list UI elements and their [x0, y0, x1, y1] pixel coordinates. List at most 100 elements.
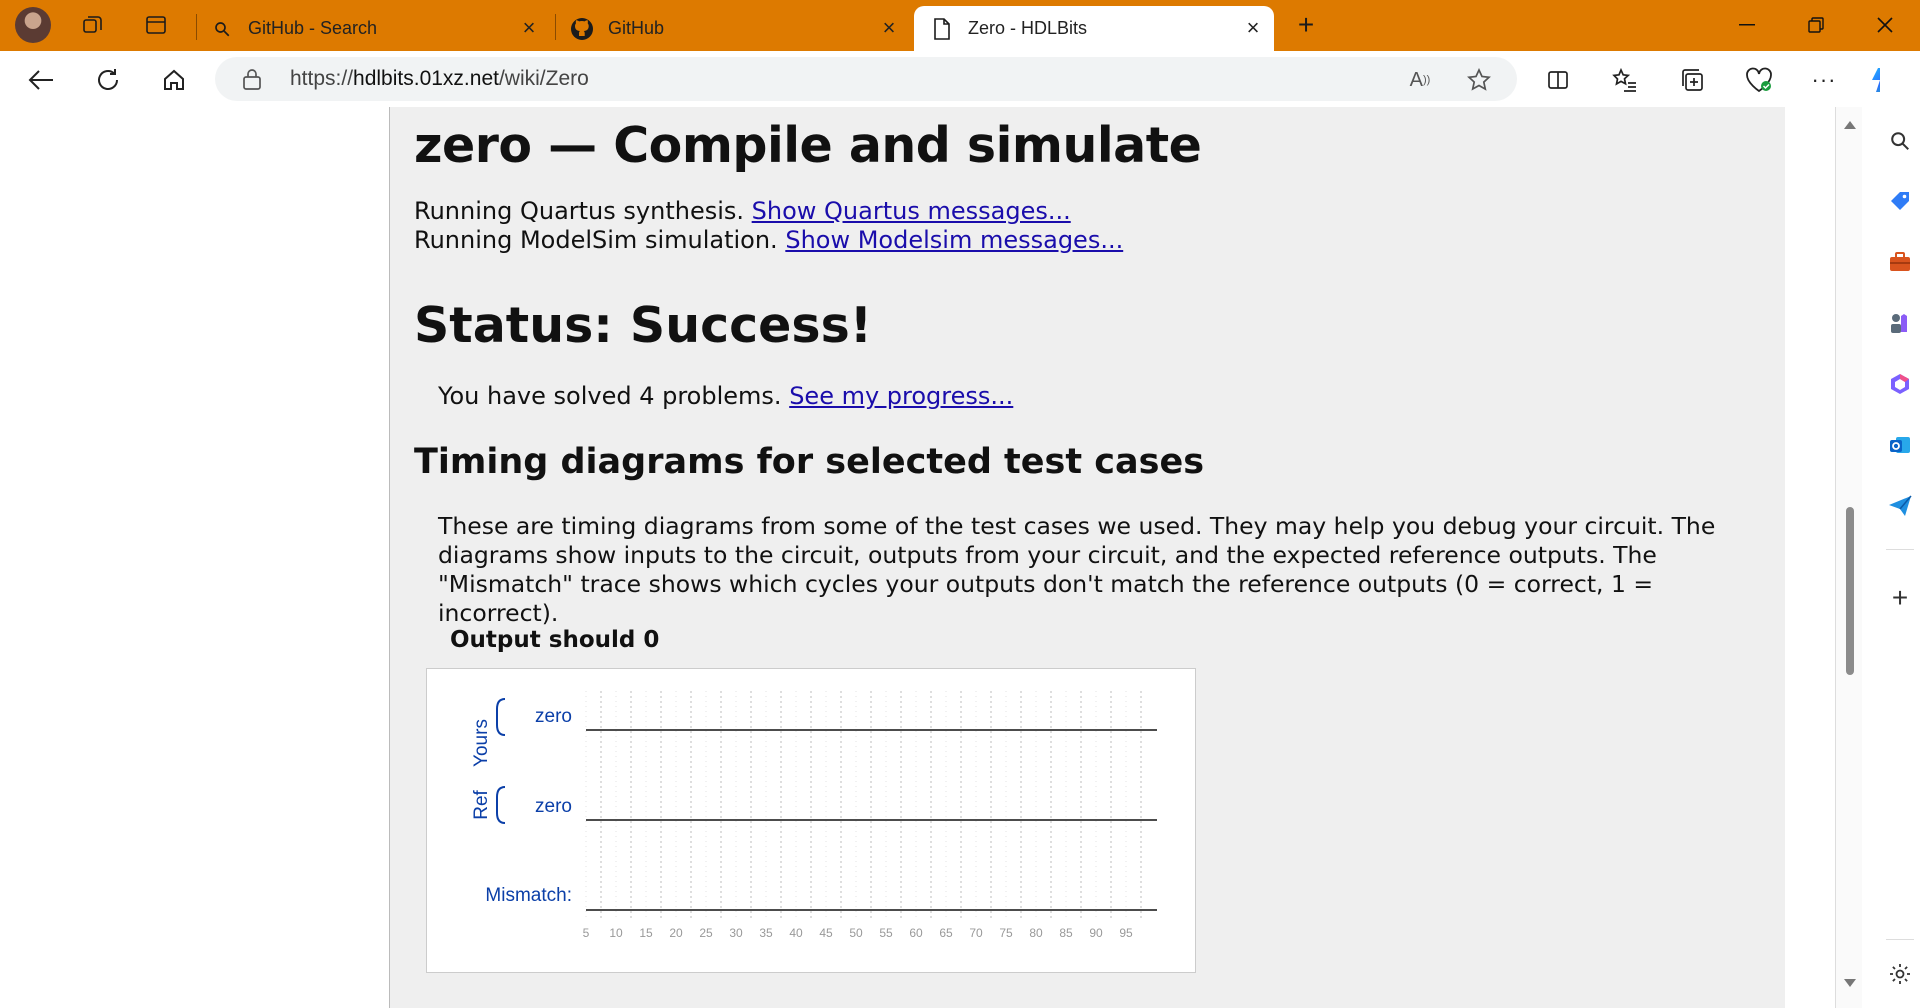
- waveform-grid: [585, 691, 1142, 919]
- show-quartus-messages-link[interactable]: Show Quartus messages...: [752, 197, 1071, 225]
- tab-github-search[interactable]: GitHub - Search ×: [210, 6, 550, 51]
- timing-heading: Timing diagrams for selected test cases: [414, 442, 1205, 482]
- close-tab-icon[interactable]: ×: [518, 15, 540, 40]
- read-aloud-icon[interactable]: A)): [1405, 65, 1435, 95]
- mismatch-label: Mismatch:: [485, 885, 572, 906]
- split-screen-icon[interactable]: [1541, 63, 1575, 97]
- title-bar: GitHub - Search × GitHub × Zero - HDLBit…: [0, 0, 1920, 51]
- tab-label: Zero - HDLBits: [968, 18, 1088, 38]
- address-bar[interactable]: https://hdlbits.01xz.net/wiki/Zero A)): [215, 57, 1517, 101]
- minimize-icon[interactable]: [1727, 8, 1767, 42]
- search-icon[interactable]: [1886, 127, 1914, 155]
- collections-icon[interactable]: [1675, 63, 1709, 97]
- tools-icon[interactable]: [1886, 248, 1914, 276]
- group-bracket-ref: [496, 786, 506, 824]
- scroll-up-icon[interactable]: [1844, 119, 1856, 129]
- new-tab-icon[interactable]: +: [1291, 9, 1321, 40]
- tab-actions-icon[interactable]: [141, 10, 171, 40]
- add-sidebar-app-icon[interactable]: +: [1886, 582, 1914, 613]
- favorites-icon[interactable]: [1608, 63, 1642, 97]
- tick-label: 35: [759, 926, 773, 940]
- sidebar-settings-gear-icon[interactable]: [1886, 960, 1914, 988]
- settings-more-icon[interactable]: ···: [1807, 63, 1841, 97]
- left-navigation-pane: [0, 107, 390, 1008]
- outlook-icon[interactable]: [1886, 431, 1914, 459]
- search-icon: [210, 17, 234, 41]
- tick-label: 55: [879, 926, 893, 940]
- signal-label-ref: zero: [535, 796, 572, 817]
- tick-label: 30: [729, 926, 743, 940]
- main-content: zero — Compile and simulate Running Quar…: [390, 107, 1785, 1008]
- workspaces-icon[interactable]: [78, 10, 108, 40]
- group-label-ref: Ref: [471, 790, 492, 820]
- scroll-down-icon[interactable]: [1844, 979, 1856, 989]
- navigation-toolbar: https://hdlbits.01xz.net/wiki/Zero A)) ·…: [0, 51, 1920, 108]
- tick-label: 85: [1059, 926, 1073, 940]
- sidebar-divider: [1886, 939, 1914, 940]
- quartus-line: Running Quartus synthesis. Show Quartus …: [414, 197, 1071, 225]
- browser-essentials-icon[interactable]: [1742, 63, 1776, 97]
- web-page: zero — Compile and simulate Running Quar…: [0, 107, 1880, 1008]
- tick-label: 5: [583, 926, 590, 940]
- waveform-title: Output should 0: [450, 627, 660, 653]
- tick-label: 70: [969, 926, 983, 940]
- lock-icon[interactable]: [242, 68, 262, 95]
- github-icon: [570, 17, 594, 41]
- refresh-icon[interactable]: [91, 63, 125, 97]
- modelsim-line: Running ModelSim simulation. Show Models…: [414, 226, 1123, 254]
- page-icon: [930, 17, 954, 41]
- sidebar-divider: [1886, 549, 1914, 550]
- microsoft-365-icon[interactable]: [1886, 370, 1914, 398]
- tab-separator: [196, 14, 197, 40]
- url-text[interactable]: https://hdlbits.01xz.net/wiki/Zero: [290, 67, 589, 91]
- close-window-icon[interactable]: [1865, 8, 1905, 42]
- see-my-progress-link[interactable]: See my progress...: [789, 382, 1013, 410]
- modelsim-text: Running ModelSim simulation.: [414, 226, 778, 254]
- scrollbar-track[interactable]: [1835, 107, 1862, 1008]
- shopping-tag-icon[interactable]: [1886, 187, 1914, 215]
- waveform-svg: Yours Ref zero zero Mismatch: 5 10 15 20 25 3…: [471, 691, 1157, 940]
- tick-label: 50: [849, 926, 863, 940]
- profile-avatar[interactable]: [15, 7, 51, 43]
- scrollbar-thumb[interactable]: [1846, 507, 1854, 675]
- tab-github[interactable]: GitHub ×: [570, 6, 910, 51]
- page-scrollbar[interactable]: [1785, 107, 1880, 1008]
- group-label-yours: Yours: [471, 719, 492, 767]
- home-icon[interactable]: [157, 63, 191, 97]
- tab-separator: [555, 14, 556, 40]
- tick-label: 95: [1119, 926, 1133, 940]
- url-host: hdlbits.01xz.net: [353, 67, 499, 90]
- quartus-text: Running Quartus synthesis.: [414, 197, 745, 225]
- show-modelsim-messages-link[interactable]: Show Modelsim messages...: [785, 226, 1123, 254]
- group-bracket-yours: [496, 698, 506, 736]
- back-icon[interactable]: [24, 63, 58, 97]
- send-icon[interactable]: [1886, 492, 1914, 520]
- tick-label: 40: [789, 926, 803, 940]
- tick-label: 20: [669, 926, 683, 940]
- solved-line: You have solved 4 problems. See my progr…: [438, 382, 1013, 410]
- tick-label: 25: [699, 926, 713, 940]
- timing-diagram: Yours Ref zero zero Mismatch: 5 10 15 20 25 3…: [426, 668, 1196, 973]
- tick-label: 90: [1089, 926, 1103, 940]
- tab-zero-hdlbits[interactable]: Zero - HDLBits ×: [914, 6, 1274, 51]
- time-axis-ticks: 5 10 15 20 25 30 35 40 45 50 55 60 65 70 75 80 85 90 95: [583, 926, 1133, 940]
- page-title: zero — Compile and simulate: [414, 117, 1202, 174]
- timing-description: These are timing diagrams from some of t…: [438, 512, 1716, 627]
- tab-label: GitHub - Search: [248, 18, 378, 38]
- close-tab-icon[interactable]: ×: [878, 15, 900, 40]
- edge-sidebar: +: [1880, 51, 1920, 1008]
- status-heading: Status: Success!: [414, 297, 873, 354]
- close-tab-icon[interactable]: ×: [1242, 15, 1264, 40]
- tab-label: GitHub: [608, 18, 665, 38]
- tick-label: 65: [939, 926, 953, 940]
- restore-icon[interactable]: [1796, 8, 1836, 42]
- url-scheme: https://: [290, 67, 354, 90]
- tick-label: 45: [819, 926, 833, 940]
- favorite-star-icon[interactable]: [1464, 65, 1494, 95]
- tick-label: 10: [609, 926, 623, 940]
- tick-label: 75: [999, 926, 1013, 940]
- tick-label: 60: [909, 926, 923, 940]
- tick-label: 80: [1029, 926, 1043, 940]
- signal-label-yours: zero: [535, 706, 572, 727]
- games-icon[interactable]: [1886, 309, 1914, 337]
